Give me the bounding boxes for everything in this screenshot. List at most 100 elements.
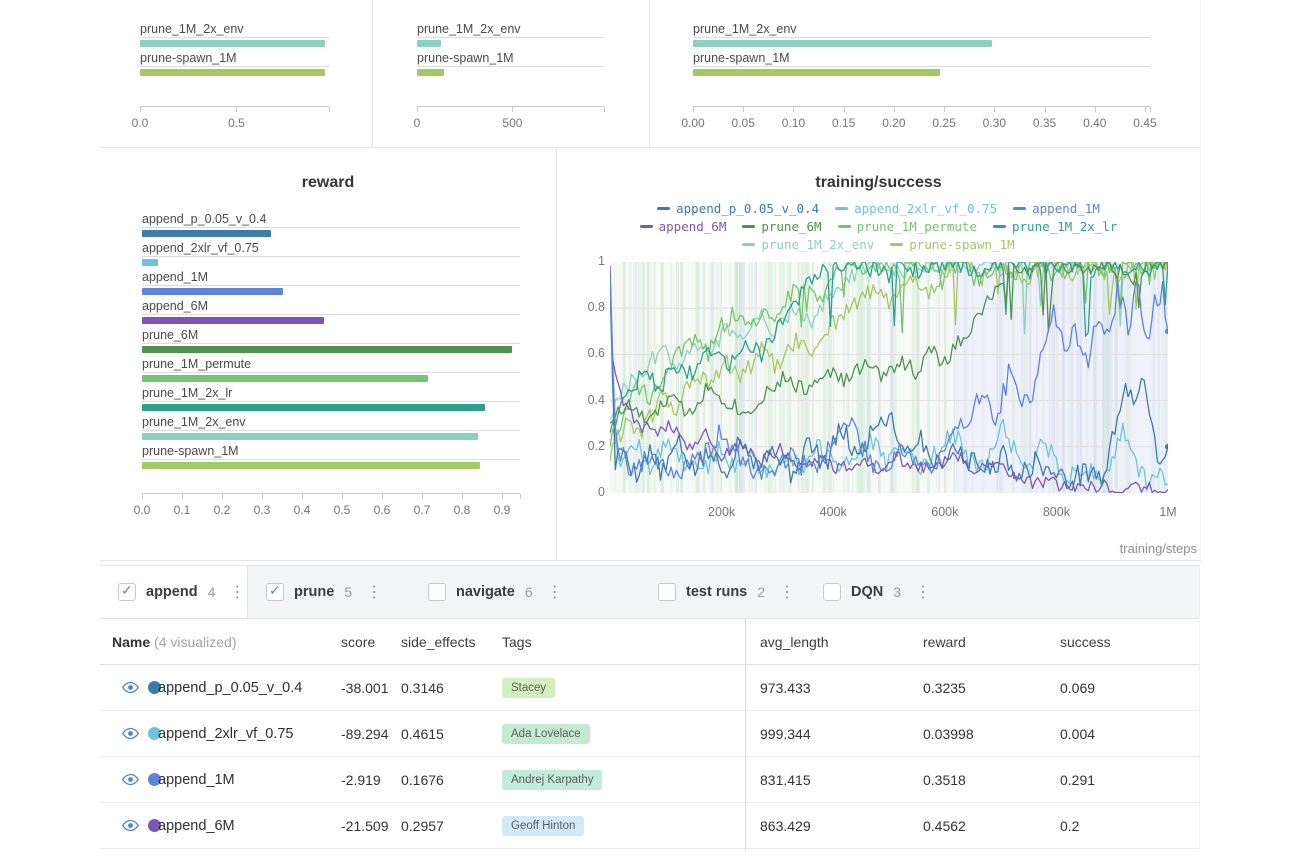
- bar-row: prune-spawn_1M: [142, 444, 520, 473]
- tab-checkbox[interactable]: [823, 583, 841, 601]
- legend-item-append_p_0.05_v_0.4[interactable]: append_p_0.05_v_0.4: [657, 200, 819, 217]
- legend-label: prune_6M: [761, 219, 822, 234]
- axis-tick-label: 0.3: [253, 503, 271, 517]
- background-run-stripe: [1105, 262, 1108, 493]
- axis-tick: [417, 107, 418, 112]
- bar[interactable]: [142, 404, 486, 411]
- tag-badge[interactable]: Geoff Hinton: [502, 815, 585, 836]
- row-viz-cell: [100, 681, 161, 694]
- x-axis-title: training/steps: [1119, 541, 1197, 556]
- axis-tick: [994, 107, 996, 112]
- tab-test-runs[interactable]: test runs 2 ⋮: [640, 566, 805, 618]
- bar-row: prune_1M_2x_env: [140, 22, 329, 51]
- tab-run-count: 2: [757, 584, 766, 600]
- run-name[interactable]: append_6M: [155, 818, 338, 834]
- bar[interactable]: [142, 375, 428, 382]
- column-header-avg_length[interactable]: avg_length: [745, 634, 920, 650]
- legend-swatch: [742, 243, 756, 246]
- table-row[interactable]: append_2xlr_vf_0.75 -89.294 0.4615 Ada Love…: [100, 711, 1199, 757]
- run-name[interactable]: append_2xlr_vf_0.75: [155, 726, 338, 742]
- bar[interactable]: [142, 433, 478, 440]
- table-row[interactable]: append_6M -21.509 0.2957 Geoff Hinton 863.42…: [100, 803, 1199, 849]
- tab-DQN[interactable]: DQN 3 ⋮: [805, 566, 955, 618]
- bar-label: prune_1M_2x_env: [142, 415, 520, 431]
- legend-item-prune_6M[interactable]: prune_6M: [742, 218, 822, 235]
- kebab-menu-icon[interactable]: ⋮: [915, 582, 931, 602]
- bar-row: append_p_0.05_v_0.4: [142, 212, 520, 241]
- legend-swatch: [890, 243, 904, 246]
- bar[interactable]: [693, 40, 993, 47]
- cell-success: 0.291: [1060, 771, 1096, 788]
- axis-tick: [382, 494, 383, 499]
- axis-tick: [1094, 107, 1096, 112]
- legend-item-prune-spawn_1M[interactable]: prune-spawn_1M: [890, 236, 1015, 253]
- bar[interactable]: [142, 230, 272, 237]
- visibility-eye-icon[interactable]: [122, 681, 139, 694]
- visibility-eye-icon[interactable]: [122, 773, 139, 786]
- column-header-success[interactable]: success: [1055, 634, 1200, 650]
- legend-item-prune_1M_permute[interactable]: prune_1M_permute: [837, 218, 977, 235]
- column-header-score[interactable]: score: [338, 634, 398, 650]
- row-viz-cell: [100, 773, 161, 786]
- bar[interactable]: [140, 40, 326, 47]
- bar[interactable]: [417, 69, 444, 76]
- tab-append[interactable]: ✓ append 4 ⋮: [100, 566, 248, 618]
- tab-navigate[interactable]: navigate 6 ⋮: [410, 566, 640, 618]
- bar-label: append_p_0.05_v_0.4: [142, 212, 520, 228]
- x-tick-label: 600k: [931, 505, 959, 519]
- bar[interactable]: [142, 288, 283, 295]
- background-run-stripe: [997, 262, 999, 493]
- panel-mini-chart-1: prune_1M_2x_env prune-spawn_1M 0.0 0.5: [100, 0, 373, 148]
- cell-success: 0.069: [1060, 679, 1096, 696]
- bar[interactable]: [142, 346, 512, 353]
- run-name[interactable]: append_p_0.05_v_0.4: [155, 680, 338, 696]
- visibility-eye-icon[interactable]: [122, 727, 139, 740]
- line-chart-legend: append_p_0.05_v_0.4 append_2xlr_vf_0.75 ap…: [614, 200, 1144, 253]
- legend-label: append_2xlr_vf_0.75: [854, 201, 998, 216]
- background-run-stripe: [1079, 262, 1083, 493]
- cell-score: -38.001: [341, 679, 389, 696]
- legend-item-append_6M[interactable]: append_6M: [639, 218, 726, 235]
- tag-badge[interactable]: Ada Lovelace: [502, 723, 590, 744]
- kebab-menu-icon[interactable]: ⋮: [779, 582, 795, 602]
- tab-checkbox[interactable]: ✓: [266, 582, 284, 601]
- tab-prune[interactable]: ✓ prune 5 ⋮: [248, 566, 410, 618]
- axis-tick-label: 0.5: [228, 116, 245, 130]
- table-row[interactable]: append_1M -2.919 0.1676 Andrej Karpathy 831.…: [100, 757, 1199, 803]
- table-row[interactable]: append_p_0.05_v_0.4 -38.001 0.3146 Stacey 97…: [100, 665, 1199, 711]
- run-name[interactable]: append_1M: [155, 772, 338, 788]
- bar[interactable]: [142, 462, 480, 469]
- tab-checkbox[interactable]: [658, 583, 676, 601]
- bar[interactable]: [693, 69, 941, 76]
- tab-checkbox[interactable]: [428, 583, 446, 601]
- bar[interactable]: [140, 69, 326, 76]
- line-chart-plot-area[interactable]: [610, 262, 1168, 493]
- kebab-menu-icon[interactable]: ⋮: [229, 582, 245, 602]
- column-header-reward[interactable]: reward: [920, 634, 1055, 650]
- column-header-name[interactable]: Name (4 visualized): [100, 634, 338, 650]
- cell-reward: 0.4562: [923, 817, 966, 834]
- name-header-label: Name: [112, 633, 151, 650]
- kebab-menu-icon[interactable]: ⋮: [547, 582, 563, 602]
- legend-item-prune_1M_2x_lr[interactable]: prune_1M_2x_lr: [993, 218, 1117, 235]
- tag-badge[interactable]: Andrej Karpathy: [502, 769, 603, 790]
- legend-item-prune_1M_2x_env[interactable]: prune_1M_2x_env: [742, 236, 874, 253]
- axis-tick-label: 0.35: [1032, 116, 1057, 130]
- tab-checkbox[interactable]: ✓: [118, 582, 136, 601]
- kebab-menu-icon[interactable]: ⋮: [366, 582, 382, 602]
- background-run-stripe: [670, 262, 672, 493]
- bar[interactable]: [417, 40, 441, 47]
- visibility-eye-icon[interactable]: [122, 819, 139, 832]
- column-header-tags[interactable]: Tags: [500, 634, 745, 650]
- legend-item-append_1M[interactable]: append_1M: [1013, 200, 1100, 217]
- bar-list: prune_1M_2x_env prune-spawn_1M: [417, 22, 604, 80]
- legend-item-append_2xlr_vf_0.75[interactable]: append_2xlr_vf_0.75: [835, 200, 997, 217]
- bar[interactable]: [142, 259, 158, 266]
- bar[interactable]: [142, 317, 325, 324]
- bar-row: prune-spawn_1M: [140, 51, 329, 80]
- column-header-side_effects[interactable]: side_effects: [398, 634, 500, 650]
- axis-tick-label: 0.45: [1133, 116, 1157, 130]
- bar-label: prune_1M_permute: [142, 357, 520, 373]
- cell-reward: 0.3235: [923, 679, 966, 696]
- tag-badge[interactable]: Stacey: [502, 677, 556, 698]
